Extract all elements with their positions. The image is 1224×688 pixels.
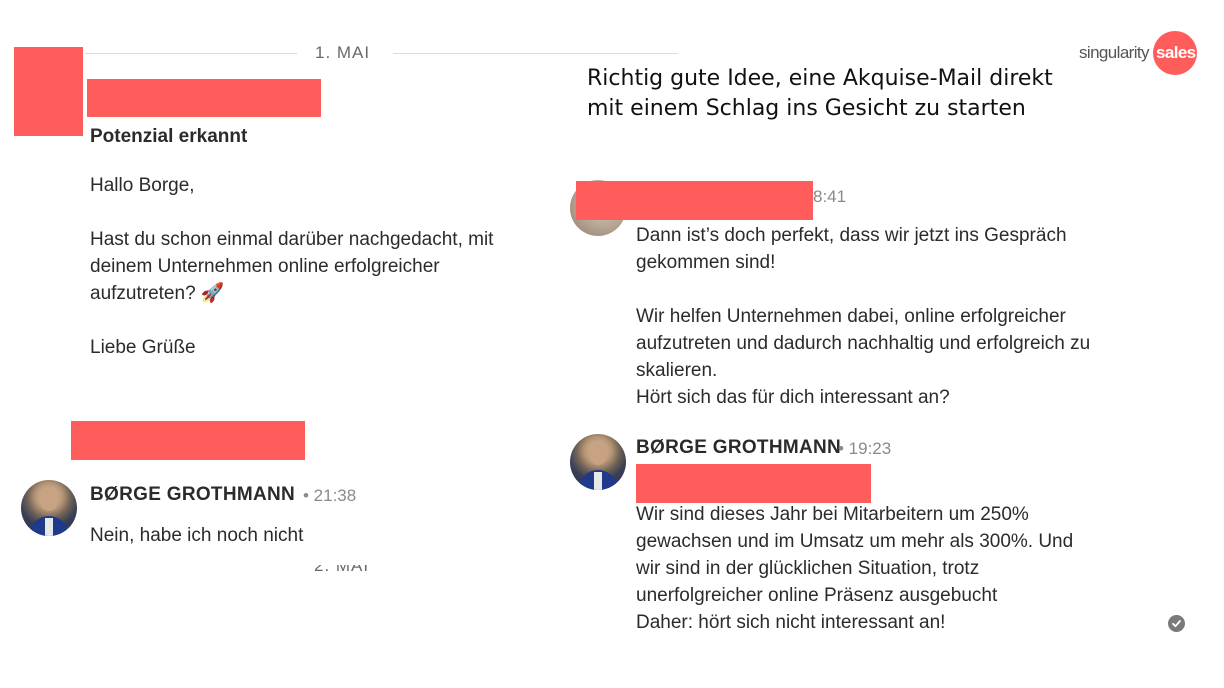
redacted-sender-name — [87, 79, 321, 117]
divider-line-left — [85, 53, 297, 54]
read-check-icon — [1168, 615, 1185, 632]
message-text: Dann ist’s doch perfekt, dass wir jetzt … — [636, 225, 1091, 408]
headline: Richtig gute Idee, eine Akquise-Mail dir… — [587, 66, 1053, 121]
logo-suffix: sales — [1156, 43, 1196, 62]
reply-text: Wir sind dieses Jahr bei Mitarbeitern um… — [636, 504, 1074, 633]
redacted-signature — [71, 421, 305, 460]
avatar[interactable] — [570, 434, 626, 490]
date-divider: 1. MAI — [315, 43, 371, 62]
redacted-text — [636, 464, 871, 503]
logo-prefix: singularity — [1079, 43, 1150, 62]
avatar[interactable] — [21, 480, 77, 536]
email-body: Hallo Borge, Hast du schon einmal darübe… — [90, 175, 494, 358]
email-subject: Potenzial erkannt — [90, 126, 248, 147]
divider-line-right — [393, 53, 678, 54]
reply-timestamp: • 21:38 — [303, 486, 357, 505]
message-timestamp: 8:41 — [813, 187, 847, 206]
redacted-avatar — [14, 47, 83, 136]
reply-text: Nein, habe ich noch nicht — [90, 525, 304, 546]
reply-timestamp: • 19:23 — [838, 439, 892, 458]
reply-sender-name[interactable]: BØRGE GROTHMANN — [636, 437, 841, 459]
next-date-divider: 2. MAI — [314, 565, 376, 573]
redacted-sender-name — [576, 181, 813, 220]
reply-sender-name[interactable]: BØRGE GROTHMANN — [90, 484, 295, 506]
